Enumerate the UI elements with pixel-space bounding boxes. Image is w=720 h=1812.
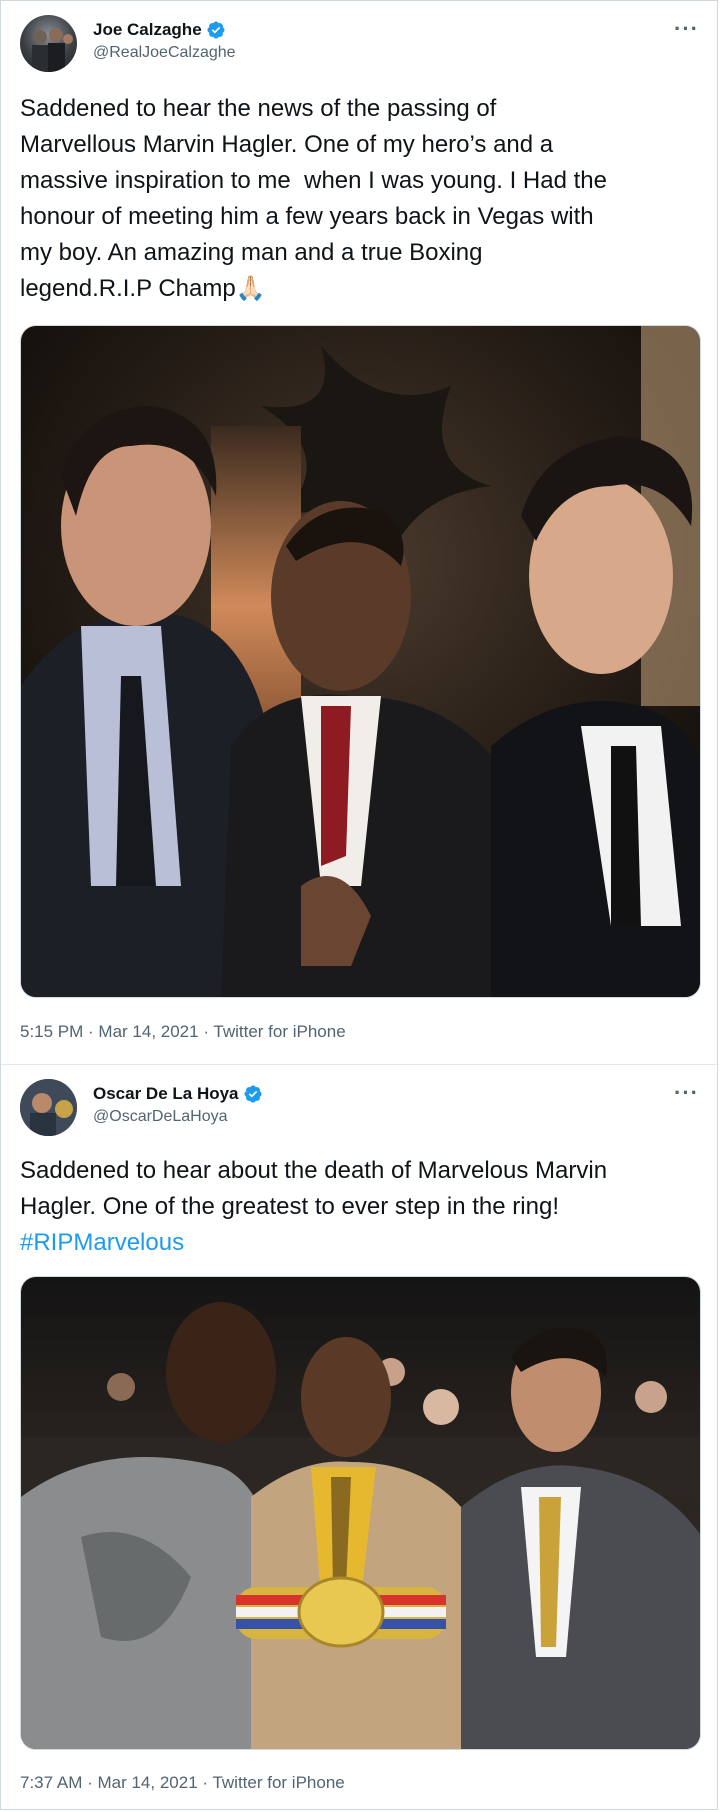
tweet-photo[interactable] [20, 1276, 701, 1750]
hashtag-link[interactable]: #RIPMarvelous [20, 1229, 184, 1256]
tweet[interactable]: Oscar De La Hoya @OscarDeLaHoya ··· Sadd… [1, 1065, 719, 1811]
tweet-text: Saddened to hear the news of the passing… [20, 95, 607, 302]
tweet[interactable]: Joe Calzaghe @RealJoeCalzaghe ··· Sadden… [1, 1, 719, 1065]
verified-badge-icon [243, 1085, 262, 1103]
tweet-timestamp[interactable]: 5:15 PM · Mar 14, 2021 · Twitter for iPh… [20, 1021, 346, 1043]
avatar[interactable] [20, 1079, 77, 1136]
tweet-text: Saddened to hear about the death of Marv… [20, 1153, 701, 1261]
more-options-icon[interactable]: ··· [674, 1082, 699, 1104]
user-handle[interactable]: @RealJoeCalzaghe [93, 43, 236, 63]
tweet-text-body: Saddened to hear about the death of Marv… [20, 1157, 608, 1220]
tweet-timestamp[interactable]: 7:37 AM · Mar 14, 2021 · Twitter for iPh… [20, 1772, 345, 1794]
verified-badge-icon [207, 21, 225, 39]
avatar[interactable] [20, 15, 77, 72]
display-name[interactable]: Oscar De La Hoya [93, 1083, 263, 1105]
display-name-text[interactable]: Joe Calzaghe [93, 19, 202, 41]
display-name-text[interactable]: Oscar De La Hoya [93, 1083, 239, 1105]
more-options-icon[interactable]: ··· [674, 18, 699, 40]
tweet-photo[interactable] [20, 325, 701, 998]
tweet-thread: Joe Calzaghe @RealJoeCalzaghe ··· Sadden… [0, 0, 719, 1811]
user-handle[interactable]: @OscarDeLaHoya [93, 1107, 228, 1127]
display-name[interactable]: Joe Calzaghe [93, 19, 226, 41]
